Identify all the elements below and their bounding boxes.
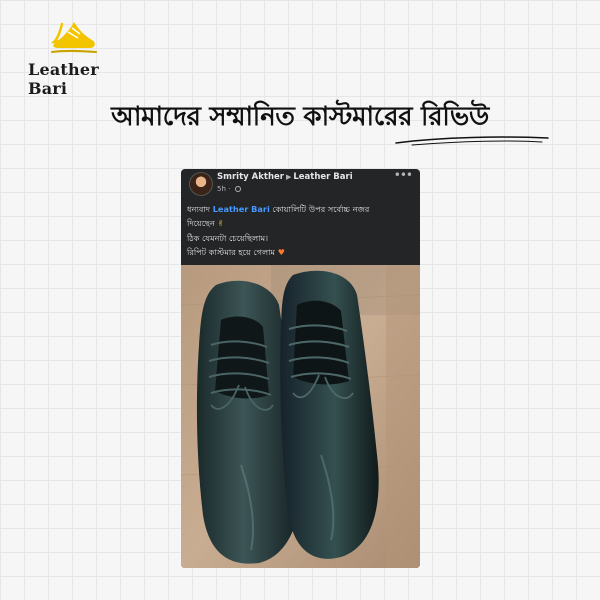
post-time[interactable]: 5h (217, 185, 226, 193)
post-line: ধন্যবাদ Leather Bari কোয়ালিটি উপর সর্বো… (187, 204, 370, 214)
hand-icon: ✌ (217, 219, 225, 228)
post-text: ধন্যবাদ Leather Bari কোয়ালিটি উপর সর্বো… (187, 202, 415, 260)
post-meta: 5h · (217, 185, 241, 193)
shoes-photo[interactable] (181, 265, 420, 568)
brand-name: Leather Bari (28, 60, 99, 98)
title-underline (395, 136, 549, 146)
heart-eyes-icon: ♥ (277, 248, 285, 257)
post-line: রিপিট কাস্টমার হয়ে গেলাম ♥ (187, 245, 415, 260)
post-line: ঠিক যেমনটা চেয়েছিলাম। (187, 233, 269, 243)
more-options-icon[interactable]: ••• (394, 169, 413, 181)
page-mention-link[interactable]: Leather Bari (213, 204, 270, 214)
shoe-logo-icon (50, 22, 97, 53)
brand-logo: Leather Bari (28, 18, 128, 98)
review-post-card: Smrity Akther ▶ Leather Bari 5h · ••• ধন্য… (181, 169, 420, 568)
post-author-line: Smrity Akther ▶ Leather Bari (217, 172, 353, 182)
post-line: দিয়েছেন ✌ (187, 216, 415, 231)
author-name[interactable]: Smrity Akther (217, 172, 284, 182)
avatar[interactable] (189, 172, 213, 196)
globe-icon (234, 186, 241, 192)
page-name[interactable]: Leather Bari (293, 172, 352, 182)
post-header: Smrity Akther ▶ Leather Bari 5h · ••• (181, 169, 420, 199)
arrow-right-icon: ▶ (285, 173, 292, 181)
